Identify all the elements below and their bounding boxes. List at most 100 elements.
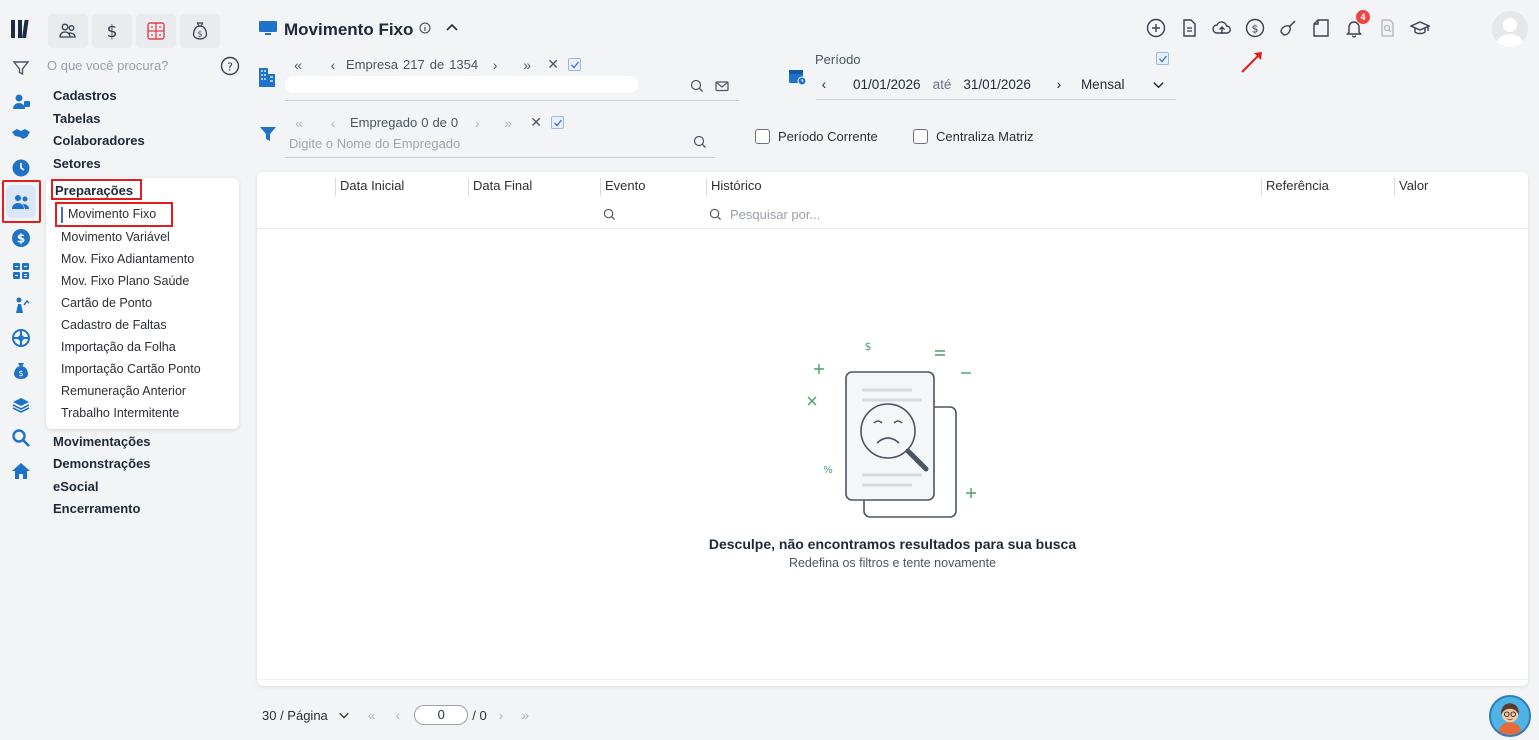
app-logo-icon[interactable]: [9, 17, 33, 41]
empresa-next-button[interactable]: ›: [486, 57, 504, 73]
empregado-clear-button[interactable]: ✕: [529, 114, 543, 131]
menu-esocial[interactable]: eSocial: [53, 479, 99, 494]
chart-person-icon[interactable]: [8, 292, 34, 318]
empregado-search-input[interactable]: Digite o Nome do Empregado: [289, 136, 460, 151]
chevron-down-icon[interactable]: [1152, 78, 1165, 91]
empregado-search-icon[interactable]: [693, 135, 707, 152]
page-size-select[interactable]: 30 / Página: [262, 708, 328, 723]
menu-demonstracoes[interactable]: Demonstrações: [53, 456, 151, 471]
empresa-clear-button[interactable]: ✕: [546, 56, 560, 73]
first-page-button[interactable]: «: [368, 707, 376, 723]
dollar-circle-icon[interactable]: $: [8, 225, 34, 251]
grid-tab[interactable]: [136, 14, 176, 48]
submenu-importacao-da-folha[interactable]: Importação da Folha: [61, 340, 176, 354]
assistant-avatar[interactable]: [1489, 695, 1531, 737]
historico-filter-search-icon[interactable]: [709, 208, 722, 224]
notifications-button[interactable]: 4: [1342, 10, 1370, 40]
clock-icon[interactable]: [8, 155, 34, 181]
empregado-prev-button[interactable]: ‹: [326, 115, 340, 131]
home-icon[interactable]: [8, 458, 34, 484]
prev-page-button[interactable]: ‹: [396, 707, 401, 723]
historico-filter-input[interactable]: Pesquisar por...: [730, 207, 820, 222]
filter-icon[interactable]: [8, 55, 34, 81]
add-button[interactable]: [1144, 16, 1168, 40]
empregado-last-button[interactable]: »: [500, 115, 516, 131]
submenu-movimento-variavel[interactable]: Movimento Variável: [61, 230, 170, 244]
search-icon[interactable]: [8, 425, 34, 451]
column-historico[interactable]: Histórico: [706, 178, 762, 196]
periodo-between: até: [932, 76, 952, 92]
layers-icon[interactable]: [8, 392, 34, 418]
periodo-navigator: ‹ 01/01/2026 até 31/01/2026 › Mensal: [818, 76, 1165, 92]
periodo-next-button[interactable]: ›: [1053, 76, 1065, 92]
submenu-importacao-cartao-ponto[interactable]: Importação Cartão Ponto: [61, 362, 201, 376]
empresa-prev-button[interactable]: ‹: [324, 57, 342, 73]
users-tab[interactable]: [48, 14, 88, 48]
submenu-remuneracao-anterior[interactable]: Remuneração Anterior: [61, 384, 186, 398]
empregado-next-button[interactable]: ›: [470, 115, 484, 131]
column-valor[interactable]: Valor: [1394, 178, 1428, 196]
periodo-start-date[interactable]: 01/01/2026: [853, 77, 921, 92]
network-icon[interactable]: [8, 325, 34, 351]
search-doc-button[interactable]: [1375, 16, 1399, 40]
menu-setores[interactable]: Setores: [53, 156, 101, 171]
handshake-icon[interactable]: [8, 121, 34, 147]
finance-button[interactable]: $: [1243, 16, 1267, 40]
money-bag-icon[interactable]: $: [8, 358, 34, 384]
last-page-button[interactable]: »: [521, 707, 529, 723]
menu-search-input[interactable]: O que você procura?: [47, 58, 168, 73]
empresa-search-icon[interactable]: [690, 79, 704, 96]
empresa-last-button[interactable]: »: [518, 57, 536, 73]
notes-button[interactable]: [1309, 16, 1333, 40]
people-icon[interactable]: [8, 189, 34, 215]
next-page-button[interactable]: ›: [499, 707, 504, 723]
periodo-corrente-checkbox[interactable]: [755, 129, 770, 144]
calculator-icon[interactable]: [8, 258, 34, 284]
training-button[interactable]: [1408, 16, 1432, 40]
periodo-checkbox[interactable]: [1156, 52, 1169, 65]
empresa-select-checkbox[interactable]: [568, 58, 582, 71]
submenu-cadastro-de-faltas[interactable]: Cadastro de Faltas: [61, 318, 167, 332]
info-icon[interactable]: [419, 22, 431, 37]
mail-icon[interactable]: [715, 79, 729, 96]
centraliza-matriz-checkbox[interactable]: [913, 129, 928, 144]
periodo-prev-button[interactable]: ‹: [818, 76, 830, 92]
menu-movimentacoes[interactable]: Movimentações: [53, 434, 151, 449]
column-referencia[interactable]: Referência: [1261, 178, 1329, 196]
submenu-mov-fixo-adiantamento[interactable]: Mov. Fixo Adiantamento: [61, 252, 194, 266]
page-number-input[interactable]: 0: [414, 705, 469, 725]
submenu-trabalho-intermitente[interactable]: Trabalho Intermitente: [61, 406, 179, 420]
svg-text:$: $: [18, 369, 23, 378]
user-avatar[interactable]: [1492, 11, 1528, 47]
column-data-inicial[interactable]: Data Inicial: [335, 178, 404, 196]
empregado-select-checkbox[interactable]: [551, 116, 565, 129]
periodo-frequency-select[interactable]: Mensal: [1081, 77, 1125, 92]
submenu-cartao-de-ponto[interactable]: Cartão de Ponto: [61, 296, 152, 310]
help-icon[interactable]: ?: [220, 56, 240, 76]
evento-filter-search-icon[interactable]: [603, 208, 616, 224]
empresa-first-button[interactable]: «: [290, 57, 306, 73]
document-button[interactable]: [1177, 16, 1201, 40]
empresa-underline: [285, 100, 739, 101]
clean-button[interactable]: [1276, 16, 1300, 40]
money-tab[interactable]: $: [180, 14, 220, 48]
note-icon: [1313, 19, 1329, 37]
menu-encerramento[interactable]: Encerramento: [53, 501, 140, 516]
periodo-end-date[interactable]: 31/01/2026: [963, 77, 1031, 92]
finance-tab[interactable]: $: [92, 14, 132, 48]
chevron-down-icon[interactable]: [338, 709, 350, 721]
column-data-final[interactable]: Data Final: [468, 178, 532, 196]
empregado-first-button[interactable]: «: [292, 115, 306, 131]
menu-tabelas[interactable]: Tabelas: [53, 111, 100, 126]
person-card-icon[interactable]: [8, 89, 34, 115]
option-centraliza-matriz[interactable]: Centraliza Matriz: [913, 129, 1034, 144]
menu-cadastros[interactable]: Cadastros: [53, 88, 117, 103]
menu-colaboradores[interactable]: Colaboradores: [53, 133, 145, 148]
upload-button[interactable]: [1210, 16, 1234, 40]
option-periodo-corrente[interactable]: Período Corrente: [755, 129, 878, 144]
chevron-up-icon[interactable]: [445, 21, 459, 38]
svg-text:$: $: [17, 232, 25, 246]
submenu-mov-fixo-plano-saude[interactable]: Mov. Fixo Plano Saúde: [61, 274, 189, 288]
empresa-input[interactable]: [285, 76, 638, 93]
column-evento[interactable]: Evento: [600, 178, 645, 196]
